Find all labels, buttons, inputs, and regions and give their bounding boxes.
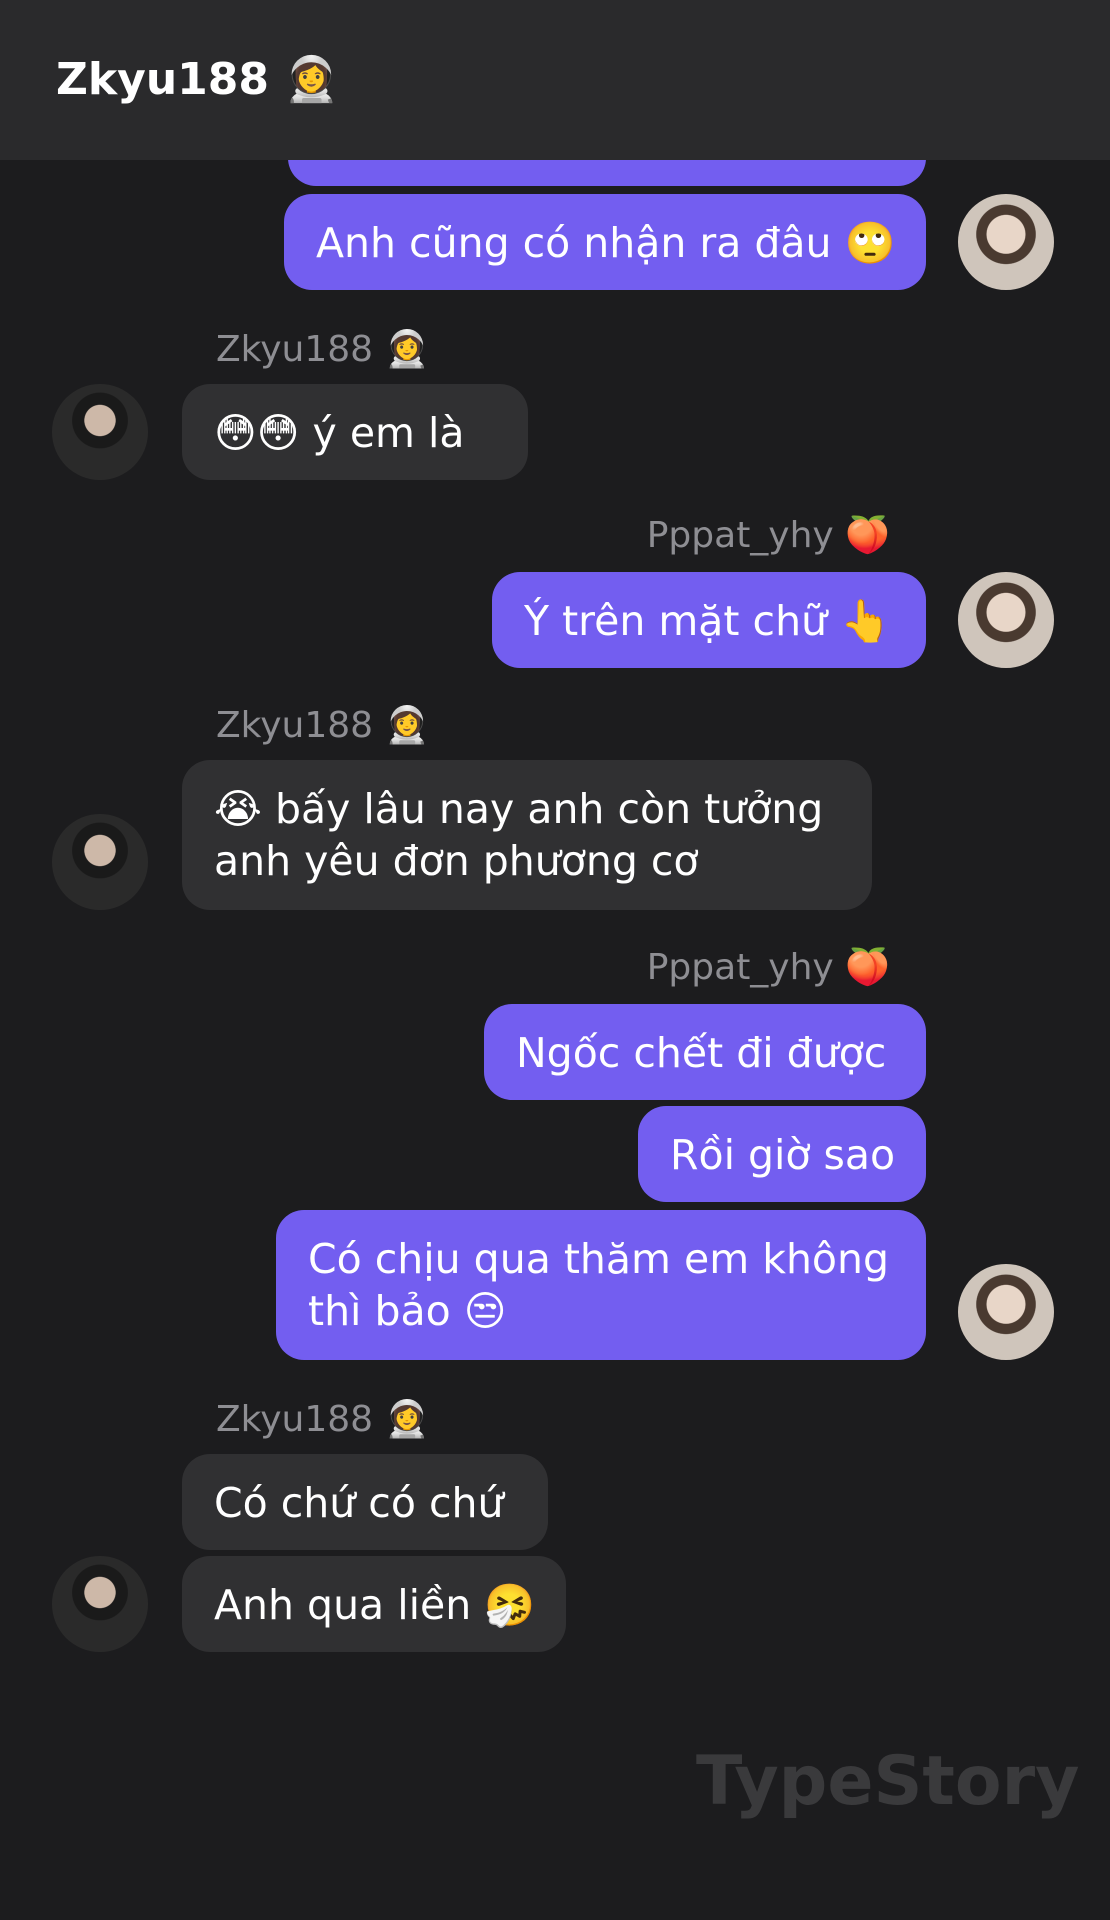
message-bubble-outgoing[interactable]: Anh cũng có nhận ra đâu 🙄: [284, 194, 926, 290]
avatar-zkyu[interactable]: [52, 814, 148, 910]
message-bubble-incoming[interactable]: 😳😳 ý em là: [182, 384, 528, 480]
sender-name-zkyu: Zkyu188 👩‍🚀: [216, 705, 430, 746]
sender-name-zkyu: Zkyu188 👩‍🚀: [216, 1399, 430, 1440]
avatar-pppat[interactable]: [958, 1264, 1054, 1360]
message-bubble-outgoing[interactable]: Ngốc chết đi được: [484, 1004, 926, 1100]
message-bubble-outgoing[interactable]: Có chịu qua thăm em không thì bảo 😒: [276, 1210, 926, 1360]
avatar-pppat[interactable]: [958, 572, 1054, 668]
avatar-zkyu[interactable]: [52, 384, 148, 480]
sender-name-pppat: Pppat_yhy 🍑: [646, 947, 890, 988]
chat-title[interactable]: Zkyu188 👩‍🚀: [56, 50, 339, 110]
message-bubble-outgoing[interactable]: Ý trên mặt chữ 👆: [492, 572, 926, 668]
message-bubble-incoming[interactable]: Anh qua liền 🤧: [182, 1556, 566, 1652]
avatar-pppat[interactable]: [958, 194, 1054, 290]
message-bubble-outgoing[interactable]: Rồi giờ sao: [638, 1106, 926, 1202]
typestory-watermark: TypeStory: [696, 1742, 1080, 1821]
avatar-zkyu[interactable]: [52, 1556, 148, 1652]
message-bubble-incoming[interactable]: 😭 bấy lâu nay anh còn tưởng anh yêu đơn …: [182, 760, 872, 910]
sender-name-zkyu: Zkyu188 👩‍🚀: [216, 329, 430, 370]
chat-header: Zkyu188 👩‍🚀: [0, 0, 1110, 160]
sender-name-pppat: Pppat_yhy 🍑: [646, 515, 890, 556]
message-bubble-incoming[interactable]: Có chứ có chứ: [182, 1454, 548, 1550]
